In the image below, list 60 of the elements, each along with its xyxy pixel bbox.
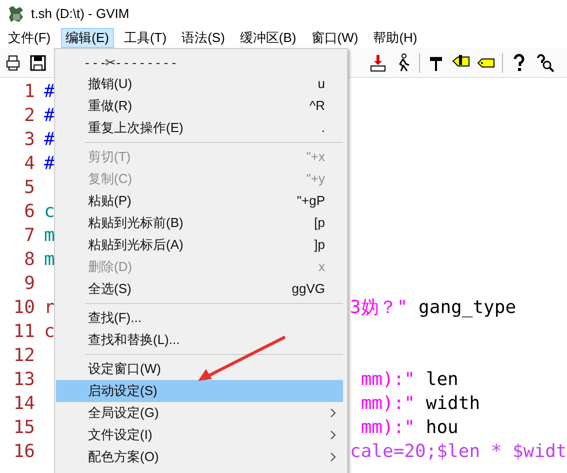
line-number: 2 [23, 104, 35, 128]
line-number: 16 [12, 440, 35, 464]
line-number: 9 [23, 272, 35, 296]
code-text: width [424, 392, 480, 416]
code-text: mm):" [360, 392, 416, 416]
line-number: 13 [12, 368, 35, 392]
search-help-icon[interactable] [535, 52, 555, 72]
code-text: hou [424, 416, 458, 440]
code-text: mm):" [360, 368, 416, 392]
line-number: 15 [12, 416, 35, 440]
menu-item[interactable]: 重做(R) ^R [56, 95, 343, 117]
code-text: # [44, 128, 55, 152]
code-text: # [44, 104, 55, 128]
menu-item[interactable]: 查找(F)... [56, 307, 343, 329]
menu-item[interactable]: 粘贴到光标前(B) [p [56, 212, 343, 234]
line-number: 5 [23, 176, 35, 200]
menu-bar-item[interactable]: 缓冲区(B) [234, 28, 302, 48]
menu-item[interactable]: 重复上次操作(E) . [56, 117, 343, 139]
code-text: # [44, 80, 55, 104]
code-text: m [44, 224, 55, 248]
code-text: c [44, 200, 55, 224]
code-text: len [424, 368, 458, 392]
menu-item[interactable]: 文件设定(I) [56, 424, 343, 446]
line-number: 6 [23, 200, 35, 224]
load-icon[interactable] [368, 52, 388, 72]
menu-item[interactable]: 全选(S) ggVG [56, 278, 343, 300]
code-text: mm):" [360, 416, 416, 440]
code-text: # [44, 152, 55, 176]
menu-item[interactable]: 粘贴到光标后(A) ]p [56, 234, 343, 256]
menu-bar-item[interactable]: 工具(T) [118, 28, 172, 48]
window-title: t.sh (D:\t) - GVIM [31, 5, 130, 24]
code-text: r [44, 296, 55, 320]
code-text: gang_type [418, 296, 516, 320]
menu-bar-item[interactable]: 文件(F) [3, 28, 56, 48]
code-text: cale=20;$len * $widt [350, 440, 567, 464]
menu-bar-item[interactable]: 编辑(E) [60, 28, 114, 48]
line-number: 7 [23, 224, 35, 248]
menu-item[interactable]: 粘贴(P) "+gP [56, 190, 343, 212]
line-number: 4 [23, 152, 35, 176]
line-number: 3 [23, 128, 35, 152]
menu-bar-item[interactable]: 窗口(W) [306, 28, 364, 48]
save-icon[interactable] [28, 52, 48, 72]
menu-item[interactable]: 配色方案(O) [56, 446, 343, 468]
menu-item[interactable]: 全局设定(G) [56, 402, 343, 424]
app-logo-icon [7, 5, 25, 23]
menu-bar-item[interactable]: 语法(S) [176, 28, 230, 48]
menu-item[interactable]: 撤销(U) u [56, 73, 343, 95]
menu-item[interactable]: 启动设定(S) [56, 380, 343, 402]
menu-item[interactable]: 查找和替换(L)... [56, 329, 343, 351]
code-text: 3妫？" [350, 296, 408, 320]
line-number: 11 [12, 320, 35, 344]
line-number: 10 [12, 296, 35, 320]
code-text: m [44, 248, 55, 272]
line-number: 14 [12, 392, 35, 416]
line-number: 8 [23, 248, 35, 272]
line-number: 12 [12, 344, 35, 368]
line-number: 1 [23, 80, 35, 104]
code-text: c [44, 320, 55, 344]
menu-bar-item[interactable]: 帮助(H) [368, 28, 422, 48]
menu-item[interactable]: 设定窗口(W) [56, 358, 343, 380]
